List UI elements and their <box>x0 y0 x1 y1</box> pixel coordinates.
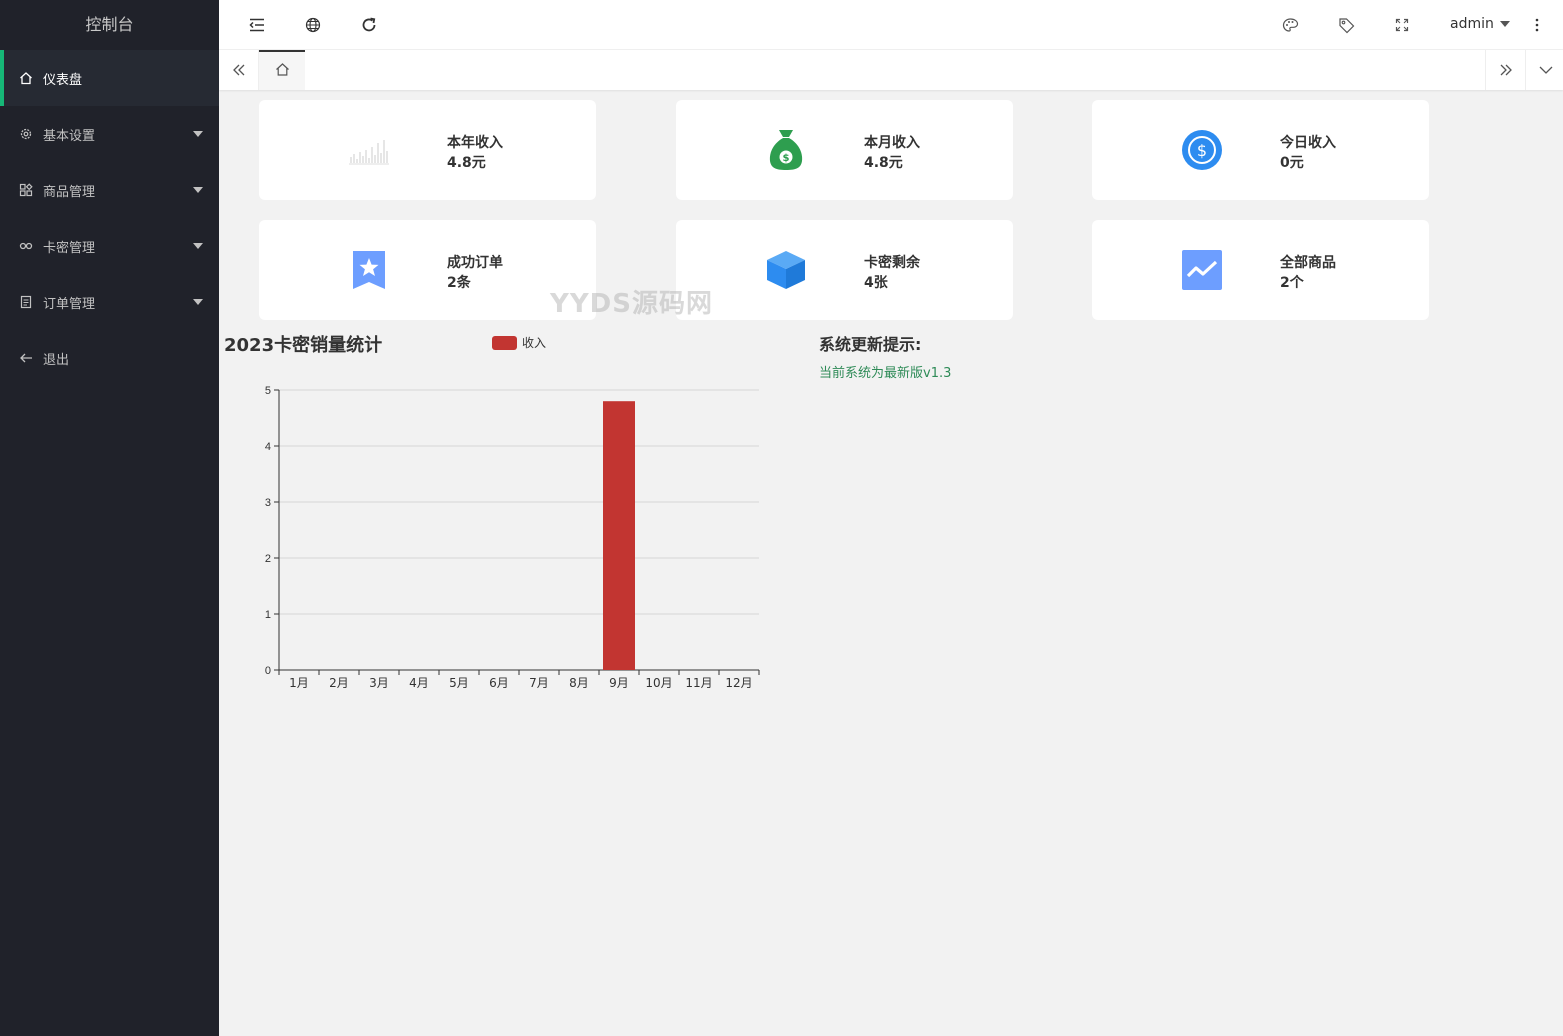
link-icon <box>19 239 33 253</box>
sidebar: 控制台 仪表盘 基本设置 商品管理 卡密管理 订单管理 退出 <box>0 0 219 1036</box>
x-tick-label: 1月 <box>289 676 309 690</box>
y-tick-label: 3 <box>265 497 271 509</box>
stat-card-success-orders: 成功订单 2条 <box>259 220 596 320</box>
top-header: admin <box>219 0 1563 50</box>
tab-scroll-right-icon[interactable] <box>1485 50 1525 90</box>
card-title: 本月收入 <box>864 135 920 151</box>
x-tick-label: 11月 <box>685 676 712 690</box>
globe-icon[interactable] <box>303 15 323 35</box>
caret-down-icon <box>193 243 203 249</box>
card-value: 4.8元 <box>447 155 486 171</box>
legend-swatch <box>492 335 517 350</box>
notice-text: 当前系统为最新版v1.3 <box>819 366 952 381</box>
x-tick-label: 4月 <box>409 676 429 690</box>
home-icon <box>275 62 290 81</box>
card-title: 本年收入 <box>447 135 503 151</box>
palette-icon[interactable] <box>1280 15 1300 35</box>
card-value: 4.8元 <box>864 155 903 171</box>
x-tick-label: 3月 <box>369 676 389 690</box>
caret-down-icon <box>193 187 203 193</box>
caret-down-icon <box>193 131 203 137</box>
x-tick-label: 2月 <box>329 676 349 690</box>
card-value: 4张 <box>864 275 888 291</box>
chart-icon <box>347 128 391 172</box>
stat-card-month-income: $ 本月收入 4.8元 <box>676 100 1013 200</box>
tab-dropdown-icon[interactable] <box>1525 50 1563 90</box>
card-title: 成功订单 <box>447 255 503 271</box>
card-title: 全部商品 <box>1280 255 1336 271</box>
sidebar-item-label: 商品管理 <box>43 184 96 200</box>
x-tick-label: 7月 <box>529 676 549 690</box>
chart-legend[interactable]: 收入 <box>492 334 546 351</box>
sidebar-item-label: 仪表盘 <box>43 72 83 88</box>
sidebar-item-dashboard[interactable]: 仪表盘 <box>0 50 219 106</box>
card-title: 今日收入 <box>1280 135 1336 151</box>
legend-label: 收入 <box>522 336 547 350</box>
sidebar-item-label: 退出 <box>43 352 70 368</box>
y-tick-label: 0 <box>265 665 271 677</box>
card-title: 卡密剩余 <box>864 255 920 271</box>
trend-icon <box>1180 248 1224 292</box>
stat-card-cards-remaining: 卡密剩余 4张 <box>676 220 1013 320</box>
tab-scroll-left-icon[interactable] <box>219 50 259 90</box>
user-name: admin <box>1450 16 1494 32</box>
apps-icon <box>19 183 33 197</box>
watermark: YYDS源码网 <box>550 289 713 319</box>
notice-title: 系统更新提示: <box>819 335 922 354</box>
card-value: 2个 <box>1280 275 1304 291</box>
more-icon[interactable] <box>1527 15 1547 35</box>
tab-home[interactable] <box>259 50 305 90</box>
menu-fold-icon[interactable] <box>247 15 267 35</box>
caret-down-icon <box>193 299 203 305</box>
x-tick-label: 5月 <box>449 676 469 690</box>
svg-text:$: $ <box>783 153 790 164</box>
bar-chart: 0 1 2 3 4 5 1月 2月 3月 4月 5月 6月 7月 8月 9月 10月 11月 12月 <box>265 385 760 690</box>
list-icon <box>19 295 33 309</box>
home-icon <box>19 71 33 85</box>
x-tick-label: 8月 <box>569 676 589 690</box>
caret-down-icon <box>1499 21 1510 27</box>
sidebar-item-logout[interactable]: 退出 <box>0 330 219 386</box>
refresh-icon[interactable] <box>359 15 379 35</box>
sidebar-logo: 控制台 <box>85 15 134 34</box>
dollar-circle-icon: $ <box>1180 128 1224 172</box>
sidebar-item-basic-settings[interactable]: 基本设置 <box>0 106 219 162</box>
x-tick-label: 10月 <box>645 676 672 690</box>
y-tick-label: 5 <box>265 385 271 397</box>
sidebar-item-label: 基本设置 <box>43 128 96 144</box>
star-bookmark-icon <box>347 248 391 292</box>
y-tick-label: 1 <box>265 609 271 621</box>
sidebar-item-cards[interactable]: 卡密管理 <box>0 218 219 274</box>
user-menu[interactable]: admin <box>1450 16 1510 32</box>
tag-icon[interactable] <box>1336 15 1356 35</box>
chart-title: 2023卡密销量统计 <box>224 335 383 356</box>
gear-icon <box>19 127 33 141</box>
fullscreen-icon[interactable] <box>1392 15 1412 35</box>
sidebar-item-label: 订单管理 <box>43 296 96 312</box>
stat-card-year-income: 本年收入 4.8元 <box>259 100 596 200</box>
tab-bar <box>219 50 1563 90</box>
y-tick-label: 2 <box>265 553 271 565</box>
svg-text:$: $ <box>1197 141 1207 160</box>
stat-card-all-products: 全部商品 2个 <box>1092 220 1429 320</box>
sidebar-item-orders[interactable]: 订单管理 <box>0 274 219 330</box>
sidebar-item-label: 卡密管理 <box>43 240 96 256</box>
x-tick-label: 12月 <box>725 676 752 690</box>
money-bag-icon: $ <box>764 128 808 172</box>
card-value: 2条 <box>447 275 471 291</box>
x-tick-label: 6月 <box>489 676 509 690</box>
sidebar-item-products[interactable]: 商品管理 <box>0 162 219 218</box>
cube-icon <box>764 248 808 292</box>
y-tick-label: 4 <box>265 441 271 453</box>
x-tick-label: 9月 <box>609 676 629 690</box>
bar <box>603 401 635 670</box>
arrow-left-icon <box>19 351 33 365</box>
stat-card-today-income: $ 今日收入 0元 <box>1092 100 1429 200</box>
card-value: 0元 <box>1280 155 1304 171</box>
